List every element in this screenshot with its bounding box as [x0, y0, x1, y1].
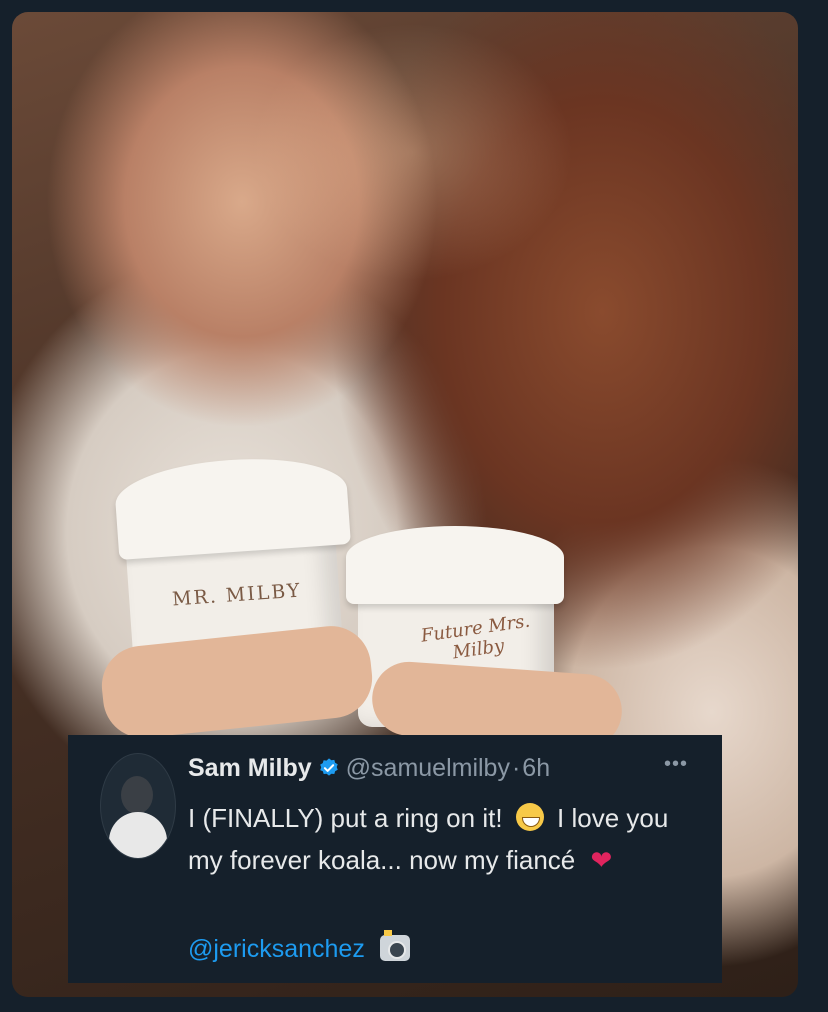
coffee-cup-right-lid — [346, 526, 564, 604]
tweet-text-part1: I (FINALLY) put a ring on it! — [188, 803, 503, 833]
tweet-header: Sam Milby @samuelmilby · 6h — [188, 751, 550, 785]
camera-flash-emoji-icon — [379, 930, 410, 961]
grinning-face-emoji-icon — [515, 803, 544, 831]
tweet-card[interactable]: Sam Milby @samuelmilby · 6h ••• I (FINAL… — [68, 735, 722, 983]
avatar-head — [121, 776, 153, 814]
avatar[interactable] — [100, 753, 176, 859]
header-separator: · — [511, 753, 521, 782]
tweet-timestamp[interactable]: 6h — [522, 754, 550, 783]
mention-link[interactable]: @jericksanchez — [188, 935, 365, 963]
tweet-text: I (FINALLY) put a ring on it! I love you… — [188, 797, 698, 881]
author-handle[interactable]: @samuelmilby — [346, 754, 510, 783]
tweet-mention-line: @jericksanchez — [188, 930, 410, 964]
avatar-shirt — [109, 812, 167, 858]
more-options-icon[interactable]: ••• — [664, 753, 688, 776]
red-heart-emoji-icon: ❤ — [590, 845, 613, 875]
verified-badge-icon — [319, 758, 338, 776]
author-name[interactable]: Sam Milby — [188, 754, 312, 783]
